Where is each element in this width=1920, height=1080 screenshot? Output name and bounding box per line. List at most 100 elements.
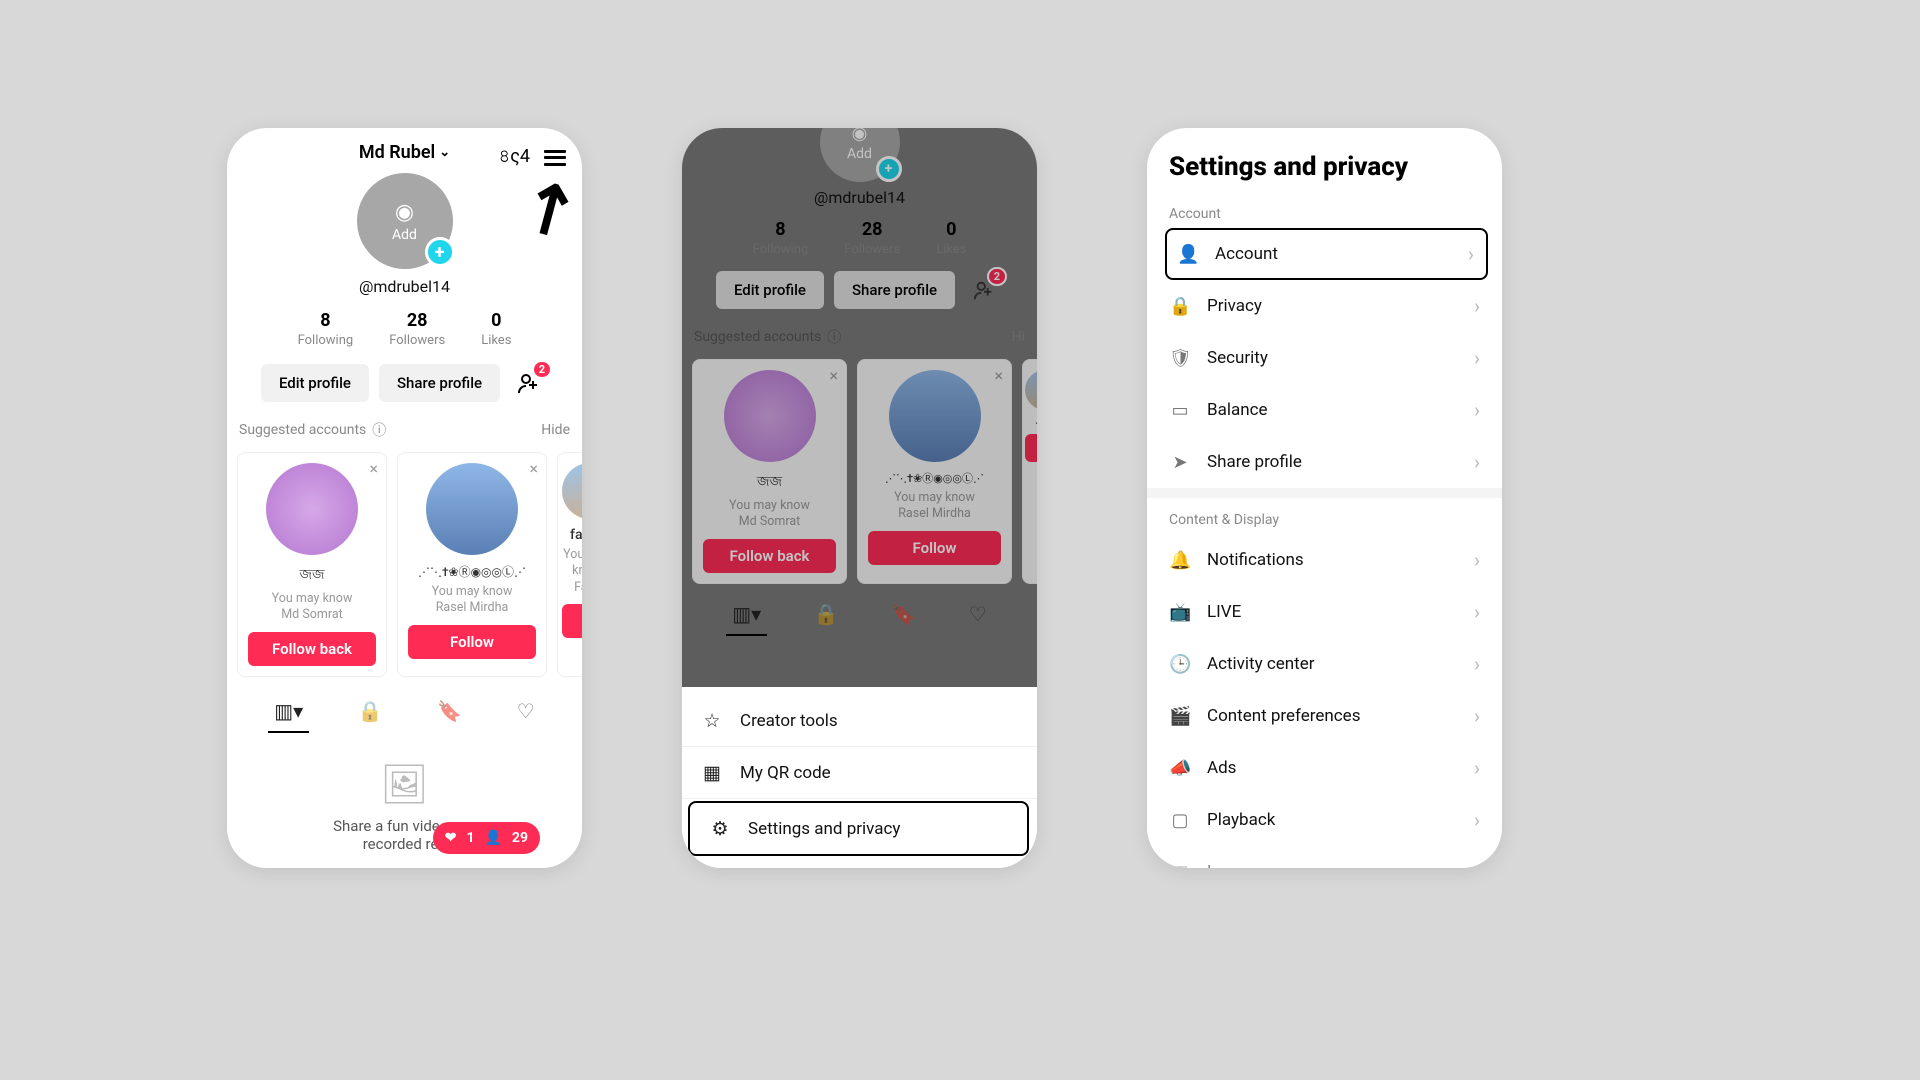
chevron-right-icon: › — [1474, 600, 1480, 624]
tab-bookmark-icon[interactable]: 🔖 — [437, 699, 462, 723]
close-icon[interactable]: × — [529, 459, 538, 478]
chevron-right-icon: › — [1474, 398, 1480, 422]
settings-language-item[interactable]: ▤ Language › — [1147, 846, 1502, 868]
bell-icon: 🔔 — [1169, 550, 1191, 571]
settings-item-label: Share profile — [1207, 452, 1302, 472]
heart-icon: ❤ — [445, 830, 457, 846]
profile-handle: @mdrubel14 — [227, 277, 582, 296]
chevron-right-icon: › — [1474, 346, 1480, 370]
follow-button[interactable]: Follow — [408, 625, 536, 659]
settings-item-label: Activity center — [1207, 654, 1315, 674]
shield-icon: 🛡 — [1169, 348, 1191, 369]
stat-followers[interactable]: 28 Followers — [389, 310, 445, 348]
add-friends-button[interactable]: 2 — [510, 364, 548, 402]
suggested-sub: You may know Rasel Mirdha — [408, 584, 536, 617]
suggested-avatar[interactable] — [266, 463, 358, 555]
settings-privacy-label: Settings and privacy — [748, 819, 900, 839]
suggested-sub: You may know Fays — [562, 547, 582, 596]
hamburger-menu-icon[interactable] — [544, 150, 566, 166]
settings-content-preferences-item[interactable]: 🎬 Content preferences › — [1147, 690, 1502, 742]
settings-activity-center-item[interactable]: 🕒 Activity center › — [1147, 638, 1502, 690]
suggested-sub: You may know Md Somrat — [248, 591, 376, 624]
close-icon[interactable]: × — [369, 459, 378, 478]
notification-pill[interactable]: ❤ 1 👤 29 — [433, 822, 540, 854]
settings-security-item[interactable]: 🛡 Security › — [1147, 332, 1502, 384]
settings-item-label: Language — [1207, 862, 1282, 868]
suggested-avatar[interactable] — [562, 463, 582, 519]
share-profile-button[interactable]: Share profile — [379, 364, 500, 402]
suggested-avatar[interactable] — [426, 463, 518, 555]
settings-item-label: LIVE — [1207, 602, 1241, 622]
settings-privacy-item[interactable]: 🔒 Privacy › — [1147, 280, 1502, 332]
chevron-right-icon: › — [1474, 548, 1480, 572]
username-label: Md Rubel — [359, 142, 435, 163]
settings-account-item[interactable]: 👤 Account › — [1169, 240, 1482, 268]
share-icon: ➤ — [1169, 452, 1191, 473]
follow-button[interactable]: F — [562, 604, 582, 638]
profile-stats: 8 Following 28 Followers 0 Likes — [227, 310, 582, 348]
suggested-accounts-row[interactable]: × জজ You may know Md Somrat Follow back … — [227, 448, 582, 687]
options-sheet: ☆ Creator tools ▦ My QR code ⚙ Settings … — [682, 687, 1037, 868]
tab-grid-icon[interactable]: ▥▾ — [274, 699, 303, 723]
suggested-name: faysa — [562, 527, 582, 543]
section-content-display-label: Content & Display — [1147, 498, 1502, 534]
hearts-count: 1 — [466, 830, 474, 846]
person-star-icon: ☆ — [700, 709, 724, 732]
settings-live-item[interactable]: 📺 LIVE › — [1147, 586, 1502, 638]
settings-item-label: Balance — [1207, 400, 1268, 420]
page-title: Settings and privacy — [1147, 128, 1502, 192]
lock-icon: 🔒 — [1169, 296, 1191, 317]
chevron-right-icon: › — [1474, 704, 1480, 728]
tab-lock-icon[interactable]: 🔒 — [358, 699, 383, 723]
friends-badge: 2 — [532, 360, 552, 379]
suggested-card: faysa You may know Fays F — [557, 452, 582, 677]
chevron-right-icon: › — [1468, 242, 1474, 266]
gear-icon: ⚙ — [708, 817, 732, 840]
chevron-right-icon: › — [1474, 860, 1480, 868]
settings-item-label: Privacy — [1207, 296, 1262, 316]
stat-likes[interactable]: 0 Likes — [481, 310, 511, 348]
ads-icon: 📣 — [1169, 758, 1191, 779]
chevron-right-icon: › — [1474, 450, 1480, 474]
qr-code-label: My QR code — [740, 763, 831, 783]
settings-share-profile-item[interactable]: ➤ Share profile › — [1147, 436, 1502, 488]
activity-icon: 🕒 — [1169, 654, 1191, 675]
settings-notifications-item[interactable]: 🔔 Notifications › — [1147, 534, 1502, 586]
wallet-icon: ▭ — [1169, 400, 1191, 421]
info-icon[interactable]: ⓘ — [372, 420, 386, 440]
profile-views-icon[interactable]: ৪ς4 — [499, 142, 530, 173]
section-divider — [1147, 488, 1502, 498]
creator-tools-label: Creator tools — [740, 711, 838, 731]
settings-item-label: Account — [1215, 244, 1278, 264]
settings-item-label: Content preferences — [1207, 706, 1360, 726]
phone-settings-screen: Settings and privacy Account 👤 Account ›… — [1147, 128, 1502, 868]
creator-tools-item[interactable]: ☆ Creator tools — [682, 695, 1037, 747]
settings-item-label: Notifications — [1207, 550, 1304, 570]
phone-profile-screen: Md Rubel ⌄ ৪ς4 ↗ ◉ Add + @mdrubel14 8 Fo… — [227, 128, 582, 868]
playback-icon: ▢ — [1169, 810, 1191, 831]
hide-suggested-button[interactable]: Hide — [541, 422, 570, 438]
plus-badge-icon: + — [425, 237, 455, 267]
account-switcher[interactable]: Md Rubel ⌄ — [359, 142, 450, 163]
suggested-name: জজ — [248, 563, 376, 587]
settings-playback-item[interactable]: ▢ Playback › — [1147, 794, 1502, 846]
edit-profile-button[interactable]: Edit profile — [261, 364, 369, 402]
chevron-right-icon: › — [1474, 652, 1480, 676]
tab-heart-icon[interactable]: ♡ — [517, 699, 535, 723]
language-icon: ▤ — [1169, 862, 1191, 869]
settings-item-label: Playback — [1207, 810, 1275, 830]
suggested-card: × ⋰⋱†❀Ⓡ◉◎◎Ⓛ⋰ You may know Rasel Mirdha F… — [397, 452, 547, 677]
avatar-add-label: Add — [392, 227, 417, 243]
my-qr-code-item[interactable]: ▦ My QR code — [682, 747, 1037, 799]
stat-following[interactable]: 8 Following — [298, 310, 354, 348]
settings-privacy-item[interactable]: ⚙ Settings and privacy — [690, 803, 1027, 854]
follow-back-button[interactable]: Follow back — [248, 632, 376, 666]
phone-menu-sheet-screen: ◉ Add + @mdrubel14 8Following 28Follower… — [682, 128, 1037, 868]
settings-ads-item[interactable]: 📣 Ads › — [1147, 742, 1502, 794]
settings-item-label: Security — [1207, 348, 1268, 368]
highlight-annotation: 👤 Account › — [1165, 228, 1488, 280]
profile-top-bar: Md Rubel ⌄ ৪ς4 — [227, 128, 582, 169]
avatar-add-photo[interactable]: ◉ Add + — [357, 173, 453, 269]
settings-balance-item[interactable]: ▭ Balance › — [1147, 384, 1502, 436]
dimmed-background[interactable]: ◉ Add + @mdrubel14 8Following 28Follower… — [682, 128, 1037, 690]
